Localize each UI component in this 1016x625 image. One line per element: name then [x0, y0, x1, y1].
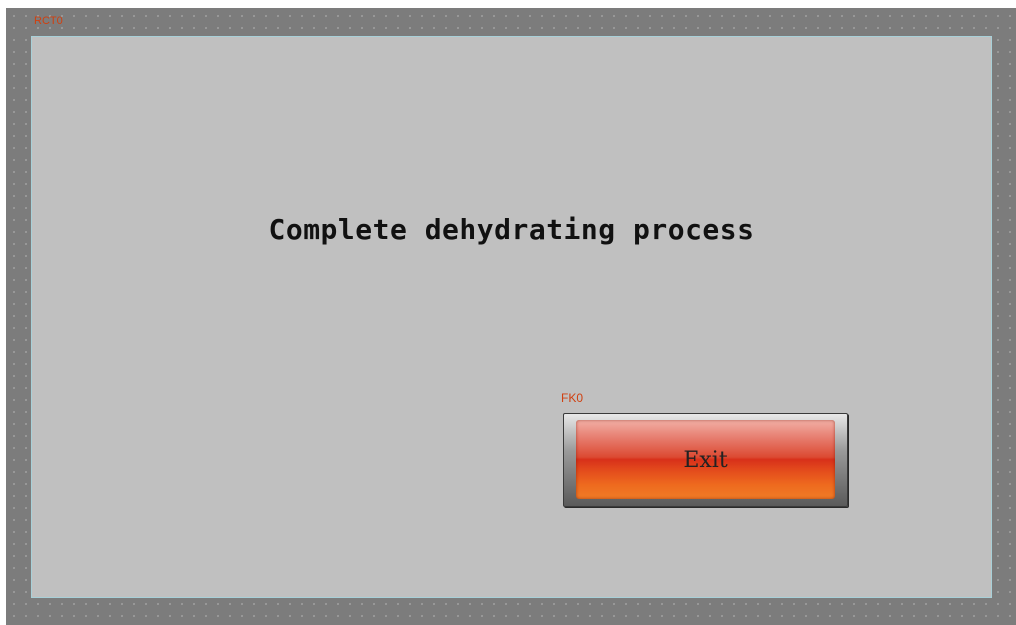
screen-panel: Complete dehydrating process FK0 Exit	[31, 36, 992, 598]
exit-button-label: Exit	[683, 448, 728, 473]
editor-canvas: RCT0 Complete dehydrating process FK0 Ex…	[6, 8, 1016, 625]
exit-button-face[interactable]: Exit	[576, 420, 835, 499]
status-message: Complete dehydrating process	[268, 213, 755, 246]
function-key-id-label: FK0	[561, 391, 584, 405]
rectangle-id-label: RCT0	[34, 15, 63, 27]
exit-button[interactable]: Exit	[563, 413, 848, 507]
